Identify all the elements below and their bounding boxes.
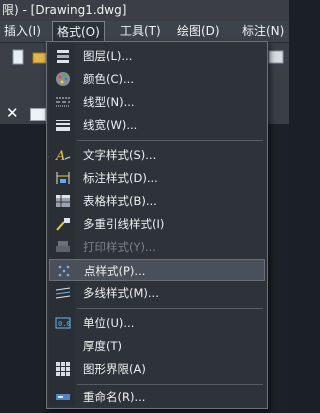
menu-item-point-style[interactable]: 点样式(P)...: [49, 259, 265, 281]
menu-item-label: 图层(L)...: [83, 49, 133, 63]
close-tab-icon[interactable]: ✕: [6, 104, 19, 122]
menu-item-label: 文字样式(S)...: [83, 148, 157, 162]
menu-item-label: 表格样式(B)...: [83, 194, 157, 208]
menu-item-label: 打印样式(Y)...: [83, 240, 156, 254]
menu-item-label: 多线样式(M)...: [83, 286, 159, 300]
units-icon: 0.0: [55, 317, 71, 329]
menu-item-label: 单位(U)...: [83, 316, 135, 330]
svg-text:A: A: [55, 149, 65, 163]
svg-text:0.0: 0.0: [58, 320, 71, 328]
menu-separator: [77, 308, 263, 309]
menu-item-lineweight[interactable]: 线宽(W)...: [49, 114, 265, 136]
menu-item-label: 厚度(T): [83, 339, 122, 353]
panel-icon[interactable]: [268, 49, 284, 65]
format-menu: 图层(L)... 颜色(C)... 线型(N)... 线宽(W)... A 文字…: [46, 41, 268, 409]
menu-item-layer[interactable]: 图层(L)...: [49, 45, 265, 67]
menu-item-plot-style: 打印样式(Y)...: [49, 236, 265, 258]
table-style-icon: [56, 195, 70, 207]
menu-item-rename[interactable]: 重命名(R)...: [49, 386, 265, 408]
layers-icon: [57, 50, 69, 63]
menu-item-label: 线宽(W)...: [83, 118, 138, 132]
menu-item-label: 图形界限(A): [83, 362, 146, 376]
menu-item-table-style[interactable]: 表格样式(B)...: [49, 190, 265, 212]
menu-item-multileader-style[interactable]: 多重引线样式(I): [49, 213, 265, 235]
menu-separator: [77, 384, 263, 385]
menu-insert[interactable]: 插入(I): [4, 21, 41, 42]
menu-separator: [77, 140, 263, 141]
menu-bar: 插入(I) 格式(O) 工具(T) 绘图(D) 标注(N): [0, 21, 289, 43]
menu-item-drawing-limits[interactable]: 图形界限(A): [49, 358, 265, 380]
menu-item-label: 线型(N)...: [83, 95, 135, 109]
multiline-style-icon: [55, 287, 71, 299]
menu-dimension[interactable]: 标注(N): [242, 21, 284, 42]
linetype-icon: [56, 97, 70, 107]
plot-style-icon: [56, 241, 70, 252]
window-title: 限) - [Drawing1.dwg]: [0, 0, 289, 21]
new-tab-icon[interactable]: [30, 108, 46, 121]
rename-icon: [56, 394, 70, 400]
menu-item-multiline-style[interactable]: 多线样式(M)...: [49, 282, 265, 304]
menu-format[interactable]: 格式(O): [52, 21, 105, 43]
menu-draw[interactable]: 绘图(D): [177, 21, 220, 42]
menu-item-label: 点样式(P)...: [84, 264, 146, 278]
menu-item-text-style[interactable]: A 文字样式(S)...: [49, 144, 265, 166]
dimension-style-icon: [56, 172, 70, 184]
lineweight-icon: [56, 120, 70, 131]
menu-tools[interactable]: 工具(T): [120, 21, 161, 42]
point-style-icon: [58, 265, 70, 277]
menu-item-label: 重命名(R)...: [83, 390, 146, 404]
new-file-icon[interactable]: [10, 49, 26, 65]
menu-item-color[interactable]: 颜色(C)...: [49, 68, 265, 90]
menu-item-label: 颜色(C)...: [83, 72, 134, 86]
text-style-icon: A: [55, 149, 71, 163]
menu-item-dimension-style[interactable]: 标注样式(D)...: [49, 167, 265, 189]
menu-item-label: 多重引线样式(I): [83, 217, 165, 231]
color-palette-icon: [56, 72, 70, 86]
multileader-style-icon: [56, 218, 70, 231]
menu-item-units[interactable]: 0.0 单位(U)...: [49, 312, 265, 334]
menu-item-linetype[interactable]: 线型(N)...: [49, 91, 265, 113]
menu-item-label: 标注样式(D)...: [83, 171, 158, 185]
drawing-limits-icon: [56, 362, 70, 376]
menu-item-thickness[interactable]: 厚度(T): [49, 335, 265, 357]
